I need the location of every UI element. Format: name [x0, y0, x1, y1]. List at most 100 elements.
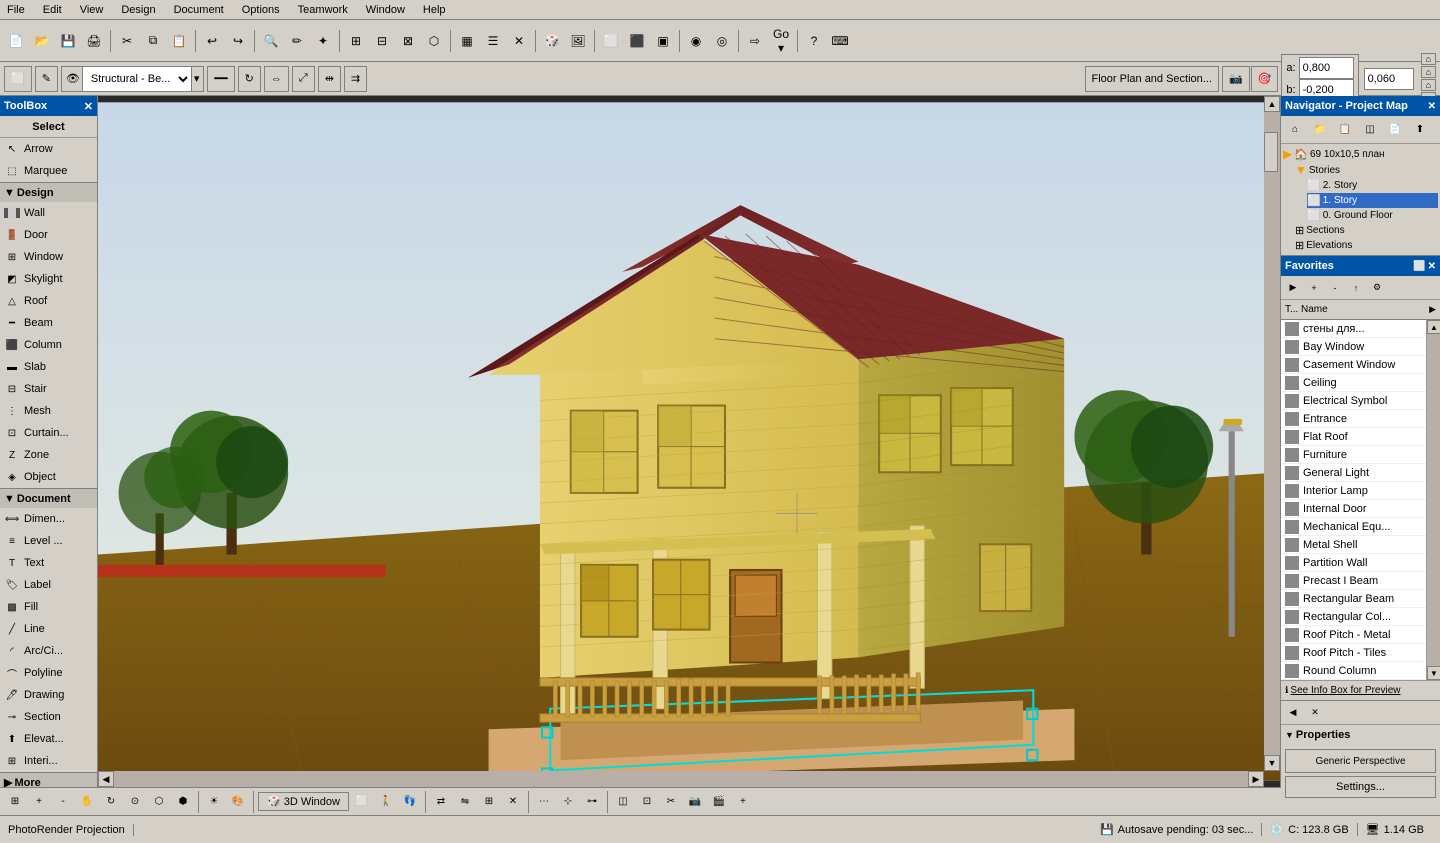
menu-edit[interactable]: Edit: [40, 4, 65, 16]
fav-close-icon[interactable]: ✕: [1428, 261, 1436, 272]
floor-plan-section-btn[interactable]: Floor Plan and Section...: [1085, 66, 1219, 92]
tool-beam[interactable]: ━ Beam: [0, 312, 97, 334]
fav-item-1[interactable]: Bay Window: [1281, 338, 1426, 356]
nav-map-btn[interactable]: 📋: [1333, 119, 1357, 141]
fav-update-btn[interactable]: ↑: [1346, 278, 1366, 298]
tool-wall[interactable]: Wall: [0, 202, 97, 224]
pen-btn[interactable]: ✏: [285, 29, 309, 53]
cut-btn[interactable]: ✂: [115, 29, 139, 53]
nav-publish-btn[interactable]: ⬆: [1408, 119, 1432, 141]
fav-item-11[interactable]: Mechanical Equ...: [1281, 518, 1426, 536]
menu-help[interactable]: Help: [420, 4, 449, 16]
fav-settings-btn[interactable]: ⚙: [1367, 278, 1387, 298]
bt-pan-btn[interactable]: ✋: [76, 791, 98, 813]
plan-view-btn[interactable]: ⬜: [4, 66, 32, 92]
tool-arrow[interactable]: ↖ Arrow: [0, 138, 97, 160]
nav-home-nav-btn[interactable]: ⌂: [1283, 119, 1307, 141]
open-btn[interactable]: 📂: [30, 29, 54, 53]
menu-window[interactable]: Window: [363, 4, 408, 16]
bt-del-btn[interactable]: ✕: [502, 791, 524, 813]
bt-section2-btn[interactable]: ⊡: [636, 791, 658, 813]
fav-new-btn[interactable]: +: [1304, 278, 1324, 298]
distribute-btn[interactable]: ⊠: [396, 29, 420, 53]
fav-item-0[interactable]: стены для...: [1281, 320, 1426, 338]
bt-walk2-btn[interactable]: 👣: [399, 791, 421, 813]
bt-orbit-btn[interactable]: ⊙: [124, 791, 146, 813]
tool-label[interactable]: 🏷 Label: [0, 574, 97, 596]
perspective-label[interactable]: Generic Perspective: [1285, 749, 1436, 773]
tool-zone[interactable]: Z Zone: [0, 444, 97, 466]
nav-fwd-btn[interactable]: ⌂: [1421, 79, 1436, 91]
magic-btn[interactable]: ✦: [311, 29, 335, 53]
tool-slab[interactable]: ▬ Slab: [0, 356, 97, 378]
more-section[interactable]: ▶ More: [0, 772, 97, 787]
3d-window-btn[interactable]: 🎲 3D Window: [258, 792, 349, 811]
bt-model-btn[interactable]: ⬜: [351, 791, 373, 813]
fav-item-17[interactable]: Roof Pitch - Metal: [1281, 626, 1426, 644]
bt-zoom-in-btn[interactable]: +: [28, 791, 50, 813]
tool-door[interactable]: 🚪 Door: [0, 224, 97, 246]
view3-btn[interactable]: ✕: [507, 29, 531, 53]
fav-item-8[interactable]: General Light: [1281, 464, 1426, 482]
story-2-item[interactable]: ⬜ 2. Story: [1307, 178, 1438, 193]
scale-btn[interactable]: ⇹: [318, 66, 341, 92]
tool-interior[interactable]: ⊞ Interi...: [0, 750, 97, 772]
fav-apply-btn[interactable]: ▶: [1283, 278, 1303, 298]
walk-btn[interactable]: ⇨: [743, 29, 767, 53]
project-root-item[interactable]: ▶ 🏠 69 10x10,5 план: [1283, 146, 1438, 162]
fav-item-18[interactable]: Roof Pitch - Tiles: [1281, 644, 1426, 662]
tool-elevation[interactable]: ⬆ Elevat...: [0, 728, 97, 750]
props-close-btn[interactable]: ✕: [1305, 703, 1325, 723]
view2-btn[interactable]: ☰: [481, 29, 505, 53]
bt-move2-btn[interactable]: ⇄: [430, 791, 452, 813]
fav-scroll-up-btn[interactable]: ▲: [1427, 320, 1440, 334]
floor-btn[interactable]: ⬜: [599, 29, 623, 53]
fav-item-15[interactable]: Rectangular Beam: [1281, 590, 1426, 608]
bt-rotate-btn[interactable]: ↻: [100, 791, 122, 813]
layer-dropdown[interactable]: Structural - Be...: [82, 66, 192, 92]
select-tool[interactable]: Select: [0, 116, 97, 138]
nav-layouts-btn[interactable]: 📄: [1383, 119, 1407, 141]
group-btn[interactable]: ⬡: [422, 29, 446, 53]
bt-grid-btn[interactable]: ⊹: [557, 791, 579, 813]
viewport[interactable]: ▲ ▼ ◀ ▶: [98, 96, 1280, 787]
fav-delete-btn[interactable]: -: [1325, 278, 1345, 298]
bt-zoom-out-btn[interactable]: -: [52, 791, 74, 813]
tool-level[interactable]: ≡ Level ...: [0, 530, 97, 552]
story-0-item[interactable]: ⬜ 0. Ground Floor: [1307, 208, 1438, 223]
fav-item-6[interactable]: Flat Roof: [1281, 428, 1426, 446]
view1-btn[interactable]: ▦: [455, 29, 479, 53]
transform-btn[interactable]: ⊞: [344, 29, 368, 53]
bt-mirror-btn[interactable]: ⇋: [454, 791, 476, 813]
menu-teamwork[interactable]: Teamwork: [295, 4, 351, 16]
story-1-item[interactable]: ⬜ 1. Story: [1307, 193, 1438, 208]
elev-btn[interactable]: ▣: [651, 29, 675, 53]
fav-item-4[interactable]: Electrical Symbol: [1281, 392, 1426, 410]
move-btn[interactable]: ⇉: [344, 66, 367, 92]
tool-text[interactable]: T Text: [0, 552, 97, 574]
fav-scroll-down-btn[interactable]: ▼: [1427, 666, 1440, 680]
tool-window[interactable]: ⊞ Window: [0, 246, 97, 268]
line-type-btn[interactable]: ━━: [207, 66, 234, 92]
nav-views-btn[interactable]: ◫: [1358, 119, 1382, 141]
redo-btn[interactable]: ↪: [226, 29, 250, 53]
bt-photo-btn[interactable]: 📷: [684, 791, 706, 813]
settings-button[interactable]: Settings...: [1285, 776, 1436, 798]
bt-guides-btn[interactable]: ⊶: [581, 791, 603, 813]
bt-walk-btn[interactable]: 🚶: [375, 791, 397, 813]
fav-item-13[interactable]: Partition Wall: [1281, 554, 1426, 572]
stories-item[interactable]: ▼ Stories: [1295, 162, 1438, 178]
fav-see-info-link[interactable]: See Info Box for Preview: [1290, 685, 1400, 696]
nav1-btn[interactable]: ◉: [684, 29, 708, 53]
flip-btn[interactable]: ⇔: [264, 66, 289, 92]
nav-back-btn[interactable]: ⌂: [1421, 66, 1436, 78]
find-btn[interactable]: 🔍: [259, 29, 283, 53]
c-input[interactable]: [1364, 68, 1414, 90]
nav-home-btn[interactable]: ⌂: [1421, 53, 1436, 65]
menu-view[interactable]: View: [77, 4, 107, 16]
tool-section[interactable]: ⊸ Section: [0, 706, 97, 728]
fav-item-5[interactable]: Entrance: [1281, 410, 1426, 428]
stretch-btn[interactable]: ⤢: [292, 66, 315, 92]
fav-item-19[interactable]: Round Column: [1281, 662, 1426, 680]
tool-stair[interactable]: ⊟ Stair: [0, 378, 97, 400]
